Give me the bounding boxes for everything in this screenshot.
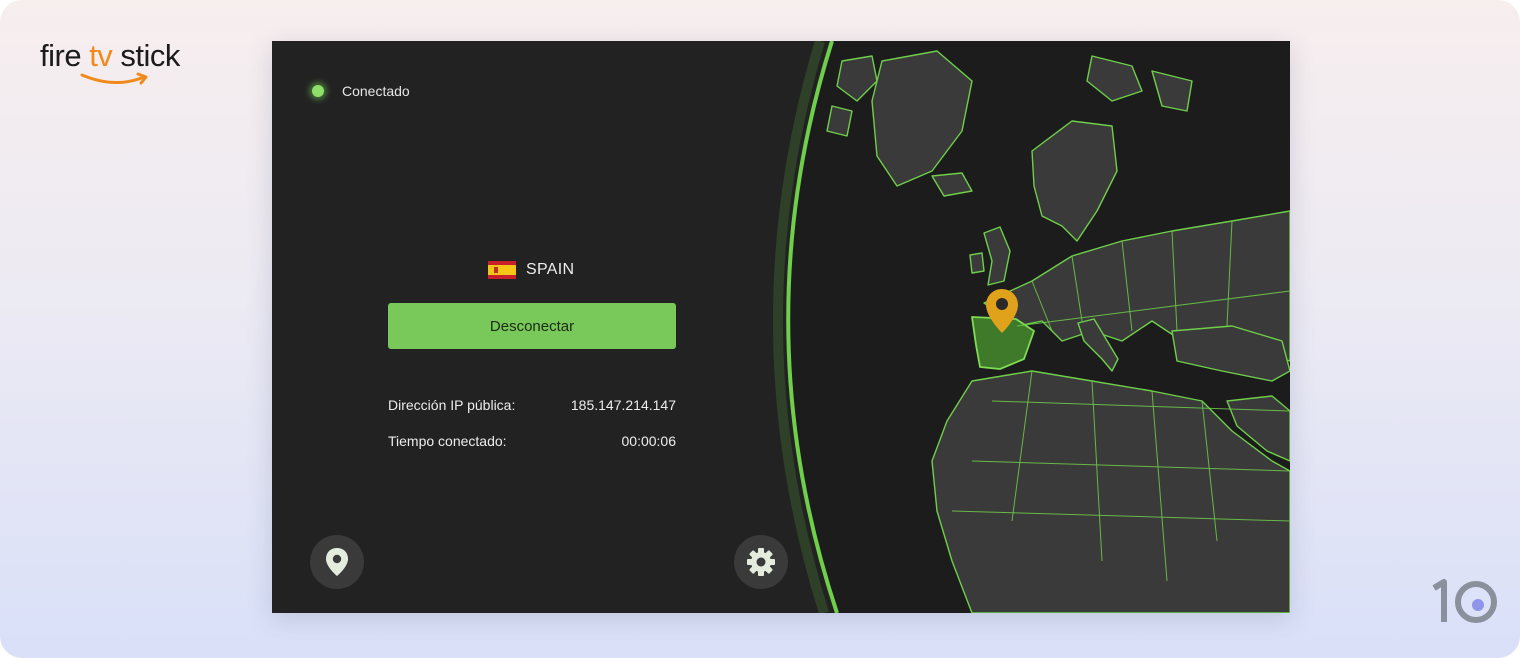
selected-country: SPAIN: [488, 259, 574, 281]
settings-button[interactable]: [734, 535, 788, 589]
ten-logo: [1432, 579, 1497, 623]
ip-address-row: Dirección IP pública: 185.147.214.147: [388, 397, 676, 413]
connection-status: Conectado: [312, 81, 410, 101]
location-pin-icon: [326, 548, 348, 576]
ip-value: 185.147.214.147: [570, 397, 676, 413]
status-indicator-icon: [312, 85, 324, 97]
time-value: 00:00:06: [621, 433, 677, 449]
spain-flag-icon: [488, 261, 516, 279]
gear-icon: [747, 548, 775, 576]
country-name: SPAIN: [526, 261, 575, 278]
ip-label: Dirección IP pública:: [388, 397, 516, 413]
status-label: Conectado: [342, 83, 410, 99]
time-label: Tiempo conectado:: [388, 433, 507, 449]
page-background: fire tv stick Conectado SPAIN Desconecta…: [0, 0, 1520, 658]
locations-button[interactable]: [310, 535, 364, 589]
fire-tv-stick-logo: fire tv stick: [40, 38, 210, 90]
disconnect-button[interactable]: Desconectar: [388, 303, 676, 349]
connected-time-row: Tiempo conectado: 00:00:06: [388, 433, 676, 449]
vpn-app-screen: Conectado SPAIN Desconectar Dirección IP…: [272, 41, 1290, 613]
